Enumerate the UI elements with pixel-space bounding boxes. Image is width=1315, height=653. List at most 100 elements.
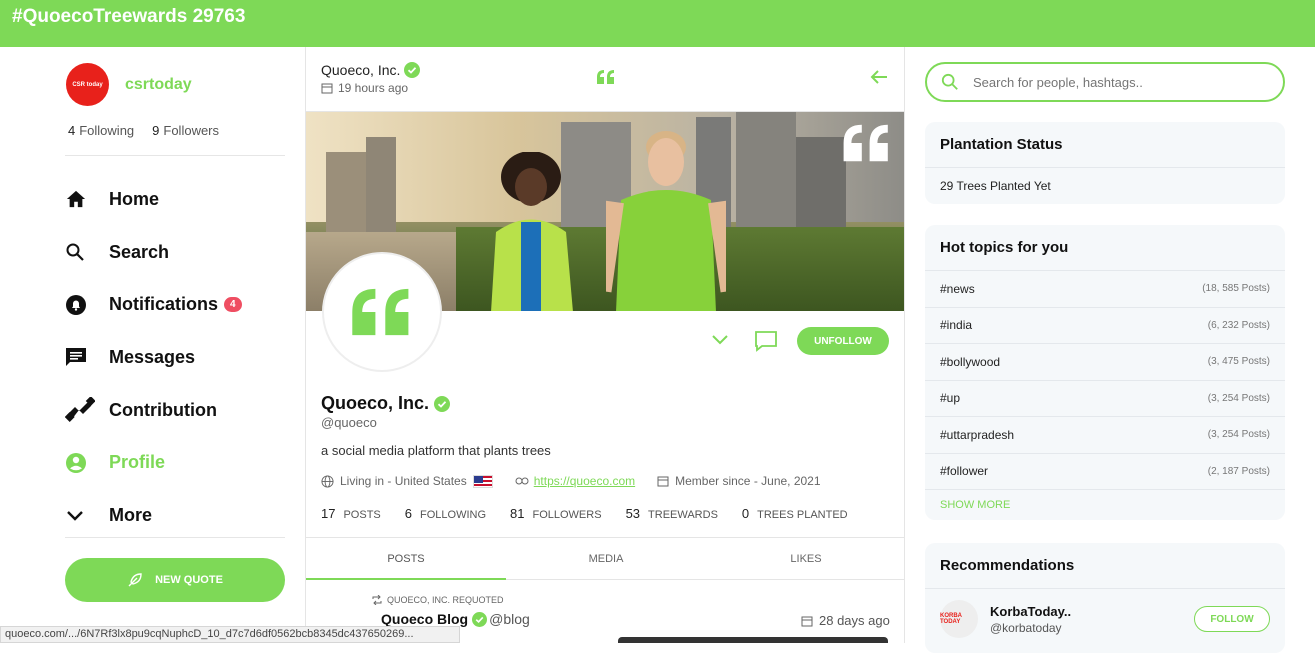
post-time-text: 28 days ago	[819, 613, 890, 628]
stat-treewards[interactable]: 53 TREEWARDS	[626, 506, 718, 521]
nav-contribution[interactable]: Contribution	[65, 384, 285, 437]
nav-messages[interactable]: Messages	[65, 331, 285, 384]
verified-icon	[404, 62, 421, 78]
nav-messages-label: Messages	[109, 346, 196, 367]
profile-website-link[interactable]: https://quoeco.com	[534, 474, 635, 488]
search-box[interactable]	[925, 62, 1285, 102]
top-banner: #QuoecoTreewards 29763	[0, 0, 1315, 47]
profile-header-bar: Quoeco, Inc. 19 hours ago	[306, 47, 904, 112]
us-flag-icon	[472, 474, 493, 488]
unfollow-button[interactable]: UNFOLLOW	[797, 327, 889, 355]
nav-more[interactable]: More	[65, 489, 285, 542]
profile-icon	[65, 452, 109, 474]
cover-quote-watermark-icon	[843, 124, 888, 162]
recommendation-name[interactable]: KorbaToday..	[990, 604, 1071, 619]
new-quote-label: NEW QUOTE	[155, 574, 223, 586]
recommendations-card: Recommendations KORBA TODAY KorbaToday..…	[925, 543, 1285, 653]
profile-location: Living in - United States	[340, 474, 467, 488]
verified-icon	[472, 611, 488, 627]
calendar-icon	[657, 476, 669, 487]
nav-profile[interactable]: Profile	[65, 436, 285, 489]
search-input[interactable]	[973, 74, 1253, 90]
header-time-text: 19 hours ago	[338, 81, 409, 95]
stat-trees-planted[interactable]: 0 TREES PLANTED	[742, 506, 848, 521]
post-media-preview[interactable]	[618, 637, 888, 643]
calendar-icon	[801, 616, 813, 626]
nav-notifications[interactable]: Notifications 4	[65, 278, 285, 331]
followers-label[interactable]: Followers	[163, 123, 219, 138]
profile-member-since: Member since - June, 2021	[675, 474, 821, 488]
banner-title: #QuoecoTreewards 29763	[12, 6, 246, 27]
nav-contribution-label: Contribution	[109, 399, 217, 420]
show-more-link[interactable]: SHOW MORE	[925, 490, 1285, 520]
message-bubble-icon[interactable]	[754, 330, 778, 352]
plantation-title: Plantation Status	[925, 122, 1285, 168]
right-sidebar: Plantation Status 29 Trees Planted Yet H…	[905, 47, 1315, 653]
back-arrow-icon[interactable]	[869, 69, 889, 85]
nav-search[interactable]: Search	[65, 226, 285, 279]
recommendation-item[interactable]: KORBA TODAY KorbaToday.. @korbatoday FOL…	[925, 589, 1285, 649]
recommendations-title: Recommendations	[925, 543, 1285, 589]
topic-row[interactable]: #follower (2, 187 Posts)	[925, 454, 1285, 490]
header-name-text[interactable]: Quoeco, Inc.	[321, 62, 400, 78]
requoted-text: QUOECO, INC. REQUOTED	[387, 595, 504, 605]
post-author-handle: @blog	[489, 611, 530, 627]
requoted-label: QUOECO, INC. REQUOTED	[371, 595, 504, 605]
user-avatar[interactable]: CSR today	[66, 63, 109, 106]
topic-row[interactable]: #india (6, 232 Posts)	[925, 308, 1285, 344]
status-bar-url: quoeco.com/.../6N7Rf3lx8pu9cqNuphcD_10_d…	[0, 626, 460, 643]
topic-row[interactable]: #up (3, 254 Posts)	[925, 381, 1285, 417]
quote-logo-icon	[597, 70, 614, 84]
cover-person-right	[606, 131, 726, 311]
nav-search-label: Search	[109, 241, 170, 262]
topic-row[interactable]: #news (18, 585 Posts)	[925, 271, 1285, 308]
recommendation-handle: @korbatoday	[990, 620, 1062, 635]
chevron-down-icon[interactable]	[710, 332, 730, 346]
tab-media[interactable]: MEDIA	[506, 538, 706, 579]
profile-avatar[interactable]	[322, 252, 442, 372]
hot-topics-card: Hot topics for you #news (18, 585 Posts) …	[925, 225, 1285, 520]
tab-posts[interactable]: POSTS	[306, 538, 506, 580]
nav-home[interactable]: Home	[65, 173, 285, 226]
following-label[interactable]: Following	[79, 123, 134, 138]
profile-handle: @quoeco	[321, 415, 377, 430]
profile-stats: 17 POSTS 6 FOLLOWING 81 FOLLOWERS 53 TREEWAR…	[321, 506, 872, 521]
handshake-icon	[65, 397, 109, 423]
follow-button[interactable]: FOLLOW	[1194, 606, 1270, 632]
followers-count: 9	[152, 123, 160, 138]
profile-name: Quoeco, Inc.	[321, 393, 451, 414]
search-icon	[941, 73, 958, 90]
topic-row[interactable]: #uttarpradesh (3, 254 Posts)	[925, 417, 1285, 454]
new-quote-button[interactable]: NEW QUOTE	[65, 558, 285, 602]
stat-following[interactable]: 6 FOLLOWING	[405, 506, 486, 521]
post-author[interactable]: Quoeco Blog @blog	[381, 611, 530, 627]
quote-logo-icon	[352, 288, 409, 336]
requote-icon	[372, 595, 382, 605]
user-name[interactable]: csrtoday	[125, 76, 192, 94]
verified-icon	[434, 395, 451, 412]
profile-meta: Living in - United States https://quoeco…	[321, 474, 843, 488]
calendar-icon	[321, 83, 333, 94]
message-icon	[65, 347, 109, 367]
stat-posts[interactable]: 17 POSTS	[321, 506, 381, 521]
home-icon	[65, 189, 109, 209]
chevron-down-icon	[65, 508, 109, 522]
divider	[65, 155, 285, 156]
post-author-name[interactable]: Quoeco Blog	[381, 611, 468, 627]
link-icon	[515, 477, 529, 485]
stat-followers[interactable]: 81 FOLLOWERS	[510, 506, 602, 521]
topic-row[interactable]: #bollywood (3, 475 Posts)	[925, 344, 1285, 381]
profile-tabs: POSTS MEDIA LIKES	[306, 537, 904, 580]
profile-bio: a social media platform that plants tree…	[321, 443, 551, 458]
tab-likes[interactable]: LIKES	[706, 538, 904, 579]
profile-name-text: Quoeco, Inc.	[321, 393, 430, 413]
nav-notifications-label: Notifications	[109, 294, 219, 315]
user-follow-stats: 4 Following 9 Followers	[68, 123, 219, 138]
recommendation-avatar[interactable]: KORBA TODAY	[940, 600, 978, 638]
plantation-text: 29 Trees Planted Yet	[940, 179, 1051, 193]
feather-icon	[128, 573, 142, 587]
left-sidebar: CSR today csrtoday 4 Following 9 Followers …	[0, 47, 305, 643]
main-nav: Home Search Notifications 4 Messages Con…	[65, 173, 285, 542]
profile-column: Quoeco, Inc. 19 hours ago UNFOLLOW Quoec…	[305, 47, 905, 643]
following-count: 4	[68, 123, 76, 138]
